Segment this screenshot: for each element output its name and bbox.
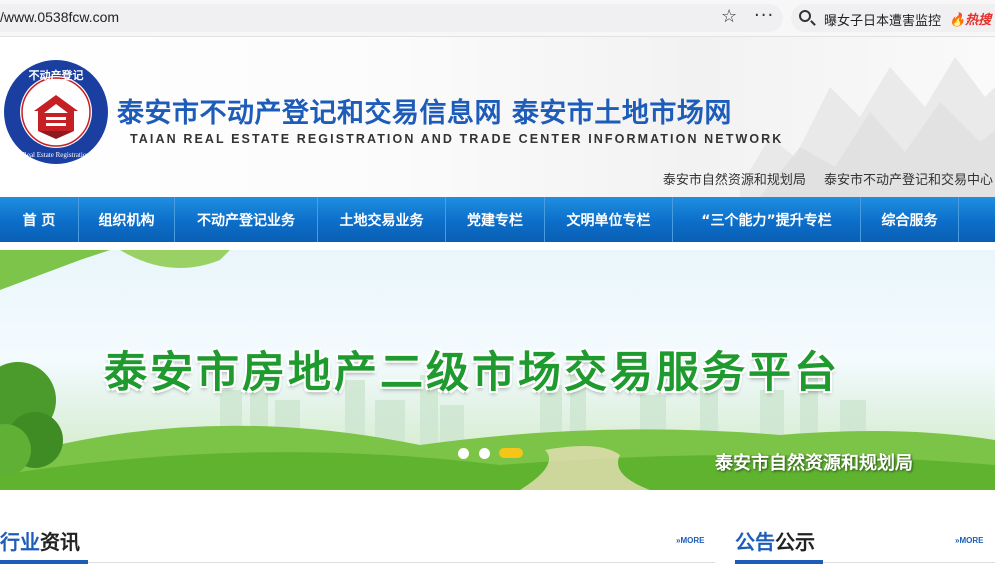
logo-ring-text: 不动产登记 <box>29 68 84 82</box>
site-header: 不动产登记 Real Estate Registration 泰安市不动产登记和… <box>0 37 995 197</box>
search-suggestion-text[interactable]: 曝女子日本遭害监控 <box>824 10 941 29</box>
nav-registration-business[interactable]: 不动产登记业务 <box>175 197 318 242</box>
notice-more-link[interactable]: »MORE <box>955 536 983 545</box>
section-announcements: 公告公示 »MORE <box>735 522 995 564</box>
section-title-rest: 资讯 <box>40 530 80 554</box>
address-bar[interactable]: /www.0538fcw.com ☆ ··· <box>0 4 783 32</box>
main-nav: 首 页 组织机构 不动产登记业务 土地交易业务 党建专栏 文明单位专栏 “三个能… <box>0 197 995 242</box>
link-natural-resources-bureau[interactable]: 泰安市自然资源和规划局 <box>663 173 806 188</box>
logo-bottom-text: Real Estate Registration <box>22 151 90 159</box>
nav-organization[interactable]: 组织机构 <box>79 197 175 242</box>
browser-search-box[interactable]: 曝女子日本遭害监控 🔥热搜 <box>791 4 995 32</box>
nav-three-abilities[interactable]: “三个能力”提升专栏 <box>673 197 861 242</box>
header-links: 泰安市自然资源和规划局 泰安市不动产登记和交易中心 <box>649 169 993 188</box>
slider-dot-1[interactable] <box>458 448 469 459</box>
slider-dot-3-active[interactable] <box>499 448 523 458</box>
site-title-cn: 泰安市不动产登记和交易信息网 泰安市土地市场网 <box>117 98 732 129</box>
slider-dot-2[interactable] <box>479 448 490 459</box>
section-title-news[interactable]: 行业资讯 <box>0 526 80 555</box>
nav-civilized-unit[interactable]: 文明单位专栏 <box>545 197 673 242</box>
section-title-rest: 公示 <box>775 530 815 554</box>
section-title-highlight: 公告 <box>735 530 775 554</box>
section-underline <box>0 560 88 564</box>
banner-subtitle: 泰安市自然资源和规划局 <box>715 453 913 474</box>
more-options-icon[interactable]: ··· <box>754 5 774 26</box>
link-registration-center[interactable]: 泰安市不动产登记和交易中心 <box>824 173 993 188</box>
nav-comprehensive-services[interactable]: 综合服务 <box>861 197 959 242</box>
nav-home[interactable]: 首 页 <box>0 197 79 242</box>
section-industry-news: 行业资讯 »MORE <box>0 522 715 564</box>
browser-toolbar: /www.0538fcw.com ☆ ··· 曝女子日本遭害监控 🔥热搜 <box>0 0 995 37</box>
nav-land-trading[interactable]: 土地交易业务 <box>318 197 446 242</box>
section-title-notice[interactable]: 公告公示 <box>735 526 815 555</box>
url-text[interactable]: /www.0538fcw.com <box>0 9 119 25</box>
banner-slider[interactable]: 泰安市房地产二级市场交易服务平台 泰安市自然资源和规划局 <box>0 250 995 490</box>
hot-search-label[interactable]: 🔥热搜 <box>949 9 991 28</box>
news-more-link[interactable]: »MORE <box>676 536 704 545</box>
search-icon[interactable] <box>799 10 811 22</box>
nav-party-building[interactable]: 党建专栏 <box>446 197 545 242</box>
bookmark-star-icon[interactable]: ☆ <box>721 6 737 27</box>
section-title-highlight: 行业 <box>0 530 40 554</box>
registration-logo[interactable]: 不动产登记 Real Estate Registration <box>3 59 109 165</box>
site-title-en: TAIAN REAL ESTATE REGISTRATION AND TRADE… <box>130 132 784 146</box>
section-underline <box>735 560 823 564</box>
banner-title: 泰安市房地产二级市场交易服务平台 <box>104 348 840 398</box>
divider <box>0 562 715 563</box>
